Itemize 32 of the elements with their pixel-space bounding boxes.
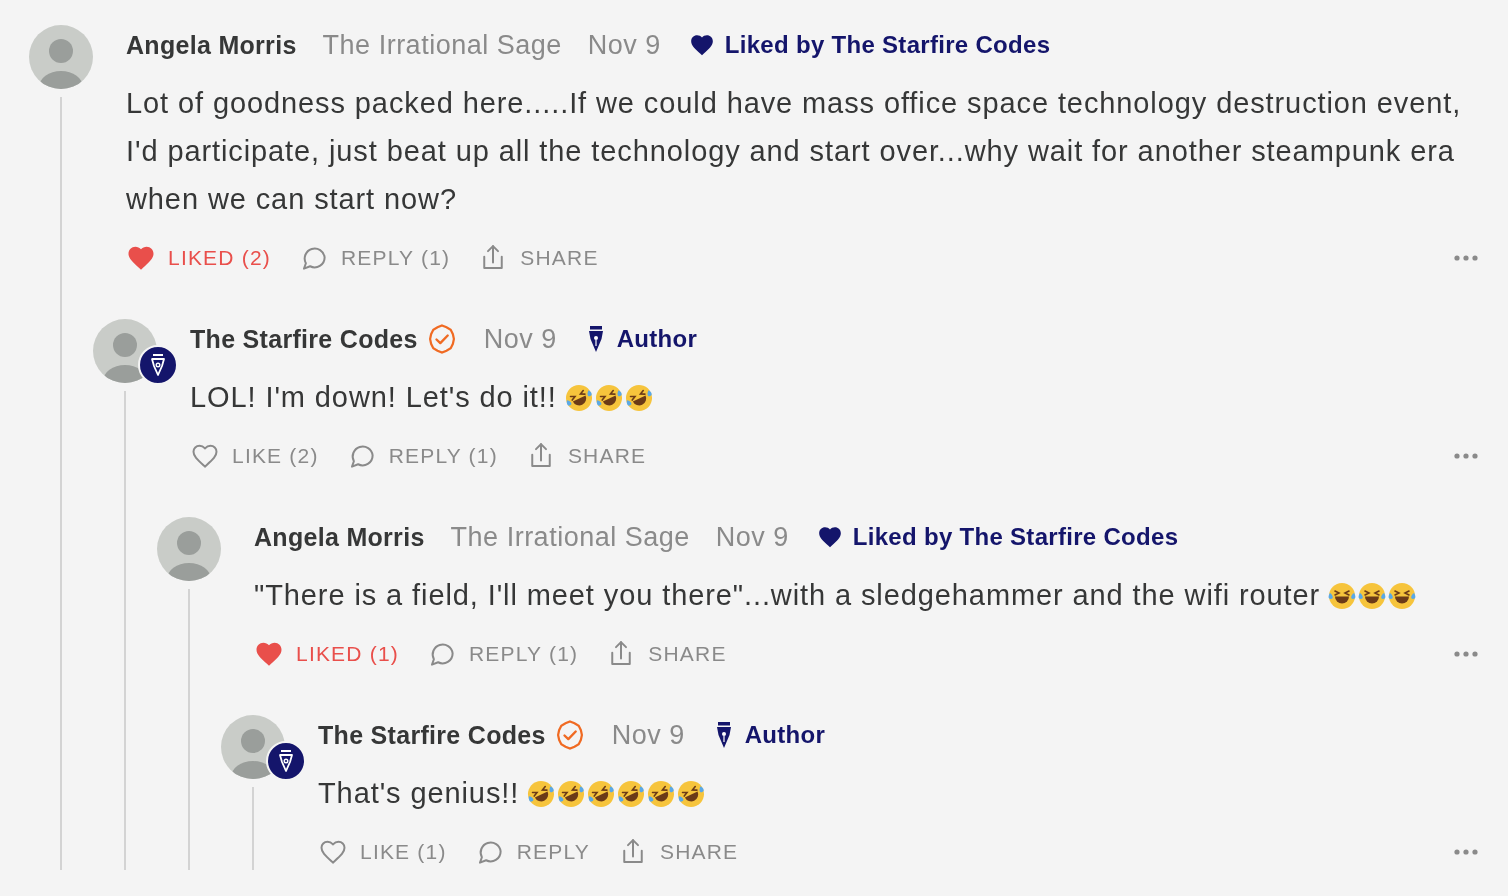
- author-name[interactable]: The Starfire Codes: [318, 720, 546, 750]
- author-name[interactable]: Angela Morris: [254, 522, 425, 552]
- comment-date[interactable]: Nov 9: [587, 29, 661, 61]
- liked-by-label: Liked by The Starfire Codes: [852, 523, 1179, 551]
- author-name[interactable]: Angela Morris: [126, 30, 297, 60]
- comment-date[interactable]: Nov 9: [715, 521, 789, 553]
- comment-text: That's genius!!: [318, 777, 520, 809]
- share-button[interactable]: SHARE: [617, 837, 739, 867]
- share-button[interactable]: SHARE: [478, 243, 599, 273]
- publication-name[interactable]: The Irrational Sage: [322, 29, 562, 61]
- comment-date[interactable]: Nov 9: [611, 719, 685, 751]
- author-name[interactable]: The Starfire Codes: [190, 324, 418, 354]
- like-button[interactable]: LIKE (2): [190, 441, 319, 471]
- comment-text: Lot of goodness packed here.....If we could have mass office space technology destruction event, I'd participate, just beat up all the technology and start over...why wait for another steampunk era when we can start now?: [126, 87, 1462, 215]
- like-button[interactable]: LIKE (1): [318, 837, 447, 867]
- reply-button[interactable]: REPLY (1): [427, 639, 579, 669]
- like-button[interactable]: LIKED (1): [254, 639, 399, 669]
- share-button[interactable]: SHARE: [525, 441, 647, 471]
- reply-button[interactable]: REPLY (1): [299, 243, 451, 273]
- heart-icon: [816, 524, 843, 550]
- like-button[interactable]: LIKED (2): [126, 243, 271, 273]
- share-button[interactable]: SHARE: [606, 639, 727, 669]
- publication-name[interactable]: The Irrational Sage: [450, 521, 690, 553]
- heart-icon: [688, 32, 715, 58]
- reply-button[interactable]: REPLY (1): [346, 441, 498, 471]
- comment-date[interactable]: Nov 9: [483, 323, 557, 355]
- liked-by-label: Liked by The Starfire Codes: [724, 31, 1051, 59]
- comment-text: LOL! I'm down! Let's do it!!: [190, 381, 557, 413]
- reply-button[interactable]: REPLY: [474, 837, 590, 867]
- author-label: Author: [616, 325, 698, 353]
- author-label: Author: [744, 721, 826, 749]
- comment-text: "There is a field, I'll meet you there"...with a sledgehammer and the wifi router: [254, 579, 1321, 611]
